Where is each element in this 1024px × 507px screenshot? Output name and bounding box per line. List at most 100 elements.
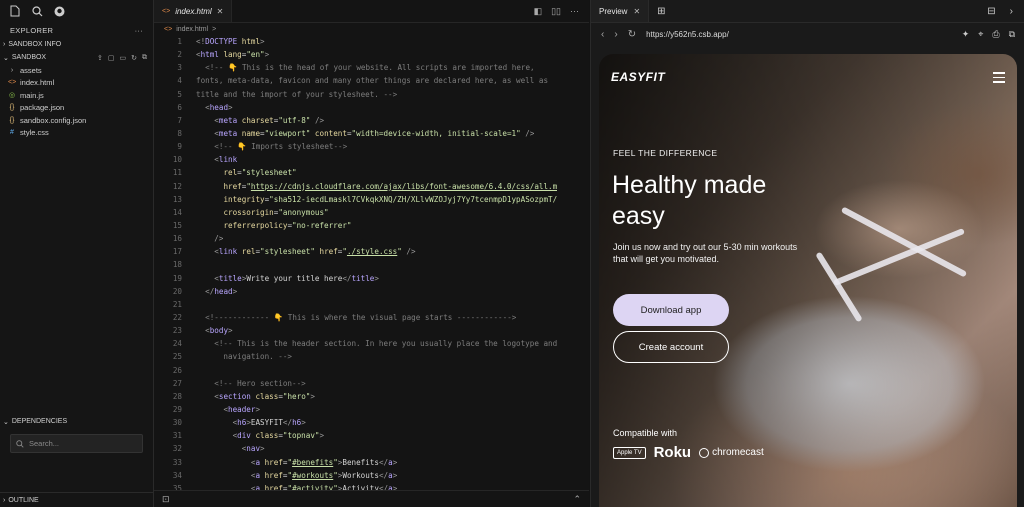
chevron-up-icon[interactable]: ⌃	[573, 494, 581, 505]
github-icon[interactable]	[53, 5, 65, 17]
file-tree-item[interactable]: # style.css	[0, 127, 153, 140]
editor-tabs: <> index.html ✕ ◧ ▯▯ ···	[154, 0, 589, 23]
editor-actions: ◧ ▯▯ ···	[534, 6, 589, 17]
code-line: 23 <body>	[172, 326, 233, 336]
code-line: 3 <!-- 👇 This is the head of your websit…	[177, 63, 535, 73]
crosshair-icon[interactable]: ⌖	[978, 29, 983, 40]
hamburger-menu-icon[interactable]	[993, 72, 1005, 86]
sandbox-label: SANDBOX	[11, 54, 47, 61]
new-file-icon[interactable]: ▢	[108, 54, 115, 62]
new-folder-icon[interactable]: ▭	[120, 54, 127, 62]
code-line: 31 <div class="topnav">	[172, 431, 325, 441]
json-file-icon: {}	[9, 116, 15, 124]
screenshot-icon[interactable]: ⎙	[992, 29, 999, 40]
forward-icon[interactable]: ›	[614, 29, 617, 40]
explorer-title: EXPLORER	[10, 25, 54, 35]
breadcrumb-file[interactable]: index.html	[176, 26, 208, 33]
code-line: 8 <meta name="viewport" content="width=d…	[177, 129, 535, 139]
code-line: 6 <head>	[177, 102, 233, 112]
code-line: 4 fonts, meta-data, favicon and many othe…	[177, 76, 549, 86]
file-tree-item[interactable]: › assets	[0, 64, 153, 77]
preview-tabs: Preview ✕ ⊞ ⊟ ›	[591, 0, 1024, 23]
code-area[interactable]: 1 <!DOCTYPE html> 2 <html lang="en"> 3 <!-…	[154, 35, 589, 490]
more-icon[interactable]: ···	[570, 6, 579, 17]
chevron-right-icon[interactable]: ›	[1010, 6, 1013, 17]
terminal-icon[interactable]: ⊡	[162, 494, 170, 505]
chevron-right-icon: ›	[10, 66, 14, 74]
code-line: 26	[172, 365, 182, 375]
add-tab-icon[interactable]: ⊞	[657, 6, 665, 17]
code-line: 17 <link rel="stylesheet" href="./style.…	[172, 247, 416, 257]
html-file-icon: <>	[8, 79, 17, 87]
code-line: 14 crossorigin="anonymous"	[172, 207, 329, 217]
dependencies-section: ⌄ DEPENDENCIES Search...	[0, 415, 153, 459]
search-icon[interactable]	[31, 5, 43, 17]
file-tree-item[interactable]: <> index.html	[0, 77, 153, 90]
file-tree: › assets <> index.html ◎ main.js{} package.jso…	[0, 64, 153, 139]
css-file-icon: #	[10, 129, 14, 137]
explorer-header: EXPLORER ···	[0, 22, 153, 38]
open-external-icon[interactable]: ⧉	[1009, 29, 1015, 40]
file-name: main.js	[20, 90, 44, 100]
code-line: 33 <a href="#benefits">Benefits</a>	[172, 457, 398, 467]
sandbox-info-label: SANDBOX INFO	[8, 41, 62, 48]
chromecast-icon	[699, 447, 710, 458]
code-line: 34 <a href="#workouts">Workouts</a>	[172, 470, 398, 480]
sparkle-icon[interactable]: ✦	[962, 29, 970, 40]
hero-subtext: Join us now and try out our 5-30 min wor…	[613, 242, 798, 264]
address-actions: ✦ ⌖ ⎙ ⧉	[962, 29, 1024, 40]
code-line: 7 <meta charset="utf-8" />	[177, 115, 325, 125]
sandbox-actions: ⇪ ▢ ▭ ↻ ⧉	[97, 54, 153, 62]
address-bar: ‹ › ↻ https://y562n5.csb.app/ ✦ ⌖ ⎙ ⧉	[591, 23, 1024, 45]
chromecast-logo: chromecast	[699, 447, 764, 458]
dependency-search-input[interactable]: Search...	[10, 434, 143, 453]
chevron-down-icon: ⌄	[3, 418, 9, 426]
create-account-button[interactable]: Create account	[613, 331, 729, 363]
code-line: 16 />	[172, 234, 224, 244]
chevron-down-icon: ⌄	[3, 54, 9, 62]
url-field[interactable]: https://y562n5.csb.app/	[646, 30, 729, 39]
file-tree-item[interactable]: {} package.json	[0, 102, 153, 115]
close-icon[interactable]: ✕	[633, 7, 640, 16]
js-file-icon: ◎	[8, 92, 16, 100]
outline-section[interactable]: › OUTLINE	[0, 492, 156, 507]
file-name: index.html	[20, 78, 55, 88]
code-line: 12 href="https://cdnjs.cloudflare.com/aj…	[172, 181, 558, 191]
reload-icon[interactable]: ↻	[628, 29, 636, 40]
code-line: 29 <header>	[172, 405, 261, 414]
sandbox-info-section[interactable]: › SANDBOX INFO	[0, 38, 153, 51]
dependencies-header[interactable]: ⌄ DEPENDENCIES	[0, 415, 153, 428]
code-line: 9 <!-- 👇 Imports stylesheet-->	[177, 142, 348, 152]
file-icon[interactable]	[9, 5, 21, 17]
sandbox-section[interactable]: ⌄ SANDBOX ⇪ ▢ ▭ ↻ ⧉	[0, 51, 153, 64]
code-line: 27 <!-- Hero section-->	[172, 378, 306, 388]
split-editor-icon[interactable]: ▯▯	[551, 6, 561, 17]
site-hero: EASYFIT FEEL THE DIFFERENCE Healthy made…	[599, 54, 1017, 507]
back-icon[interactable]: ‹	[601, 29, 604, 40]
download-app-button[interactable]: Download app	[613, 294, 729, 326]
hero-overlay	[599, 54, 1017, 507]
preview-panel: Preview ✕ ⊞ ⊟ › ‹ › ↻ https://y562n5.csb…	[590, 0, 1024, 507]
tab-preview[interactable]: Preview ✕	[591, 0, 650, 22]
layout-icon[interactable]: ⊟	[987, 6, 995, 17]
code-line: 21	[172, 299, 182, 309]
more-icon[interactable]: ···	[135, 26, 143, 35]
file-tree-item[interactable]: {} sandbox.config.json	[0, 114, 153, 127]
code-editor: <> index.html ✕ ◧ ▯▯ ··· <> index.html >…	[154, 0, 589, 507]
preview-tab-label: Preview	[599, 6, 628, 16]
code-line: 11 rel="stylesheet"	[172, 168, 297, 178]
tab-index-html[interactable]: <> index.html ✕	[154, 0, 233, 22]
code-line: 10 <link	[172, 155, 238, 165]
refresh-icon[interactable]: ↻	[131, 54, 137, 62]
partner-logos: Apple TV Roku chromecast	[613, 444, 764, 461]
collapse-icon[interactable]: ⧉	[142, 54, 147, 62]
search-icon	[16, 439, 24, 448]
upload-icon[interactable]: ⇪	[97, 54, 103, 62]
file-tree-item[interactable]: ◎ main.js	[0, 89, 153, 102]
split-preview-icon[interactable]: ◧	[534, 6, 543, 17]
file-name: assets	[20, 65, 42, 75]
code-line: 35 <a href="#activity">Activity</a>	[172, 483, 398, 490]
close-icon[interactable]: ✕	[217, 7, 224, 16]
site-logo[interactable]: EASYFIT	[611, 70, 665, 84]
chevron-right-icon: ›	[3, 41, 6, 48]
